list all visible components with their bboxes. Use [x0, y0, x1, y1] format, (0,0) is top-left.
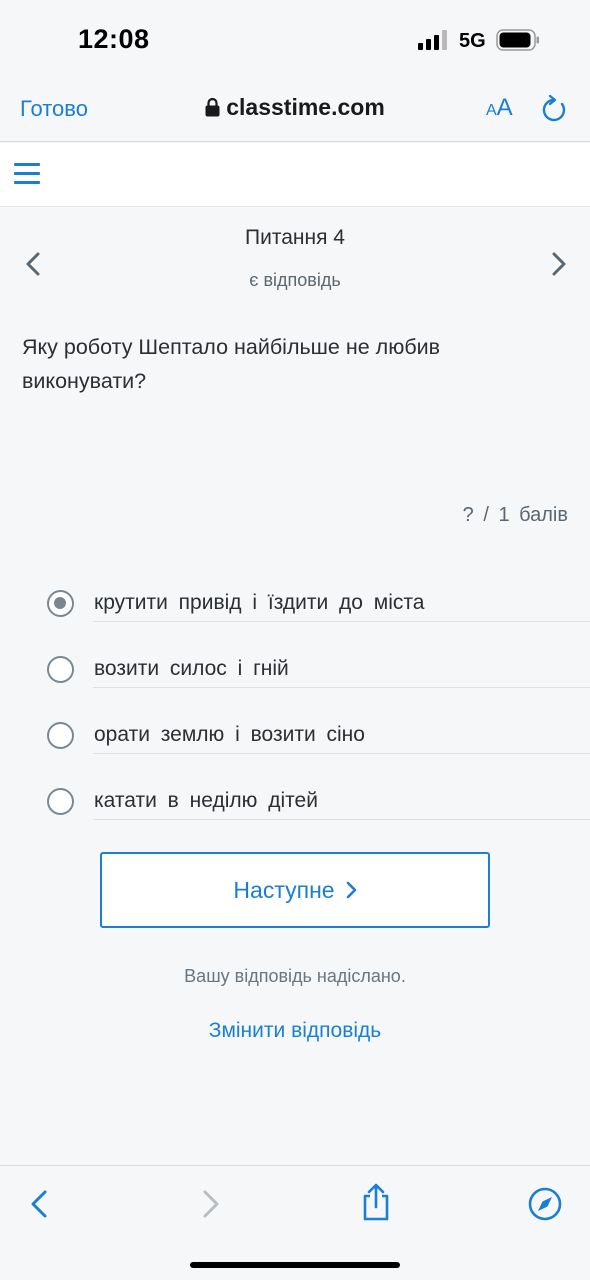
- next-button-label: Наступне: [233, 876, 335, 903]
- answer-option-label: возити силос і гній: [94, 657, 289, 680]
- app-header: [0, 143, 590, 207]
- browser-address-bar: Готово classtime.com AA: [0, 80, 590, 142]
- question-title: Питання 4: [245, 226, 345, 249]
- battery-icon: [496, 29, 539, 51]
- points-score: ? / 1 балів: [462, 504, 568, 526]
- text-size-big: A: [496, 94, 513, 121]
- divider: [93, 753, 590, 754]
- next-question-icon[interactable]: [546, 250, 570, 278]
- clock: 12:08: [78, 24, 150, 54]
- answer-options: крутити привід і їздити до міста возити …: [0, 570, 590, 834]
- back-icon[interactable]: [22, 1186, 58, 1222]
- answer-option-label: крутити привід і їздити до міста: [94, 591, 425, 614]
- hamburger-icon[interactable]: [14, 163, 40, 185]
- divider: [93, 621, 590, 622]
- submitted-message: Вашу відповідь надіслано.: [184, 966, 406, 986]
- forward-icon[interactable]: [192, 1186, 228, 1222]
- next-button[interactable]: Наступне: [100, 852, 490, 928]
- answer-option-label: катати в неділю дітей: [94, 789, 318, 812]
- status-bar: 12:08 5G: [0, 0, 590, 80]
- signal-icon: [418, 30, 447, 50]
- text-size-small: A: [486, 102, 497, 119]
- divider: [93, 819, 590, 820]
- answer-option[interactable]: крутити привід і їздити до міста: [0, 570, 590, 636]
- question-text: Яку роботу Шептало найбільше не любив ви…: [22, 335, 441, 393]
- text-size-button[interactable]: AA: [486, 94, 513, 122]
- radio-button[interactable]: [47, 788, 74, 815]
- reload-icon[interactable]: [540, 94, 568, 124]
- answer-option[interactable]: орати землю і возити сіно: [0, 702, 590, 768]
- radio-button[interactable]: [47, 722, 74, 749]
- answer-option[interactable]: возити силос і гній: [0, 636, 590, 702]
- change-answer-link[interactable]: Змінити відповідь: [0, 1019, 590, 1043]
- compass-icon[interactable]: [527, 1186, 563, 1222]
- radio-button[interactable]: [47, 656, 74, 683]
- chevron-right-icon: [346, 881, 356, 899]
- url-text: classtime.com: [226, 94, 385, 120]
- answer-option-label: орати землю і возити сіно: [94, 723, 365, 746]
- divider: [93, 687, 590, 688]
- network-type: 5G: [459, 30, 486, 52]
- answer-option[interactable]: катати в неділю дітей: [0, 768, 590, 834]
- lock-icon: [205, 97, 220, 117]
- radio-button-selected[interactable]: [47, 590, 74, 617]
- share-icon[interactable]: [358, 1182, 394, 1222]
- home-indicator: [190, 1262, 400, 1268]
- question-status: є відповідь: [249, 270, 341, 290]
